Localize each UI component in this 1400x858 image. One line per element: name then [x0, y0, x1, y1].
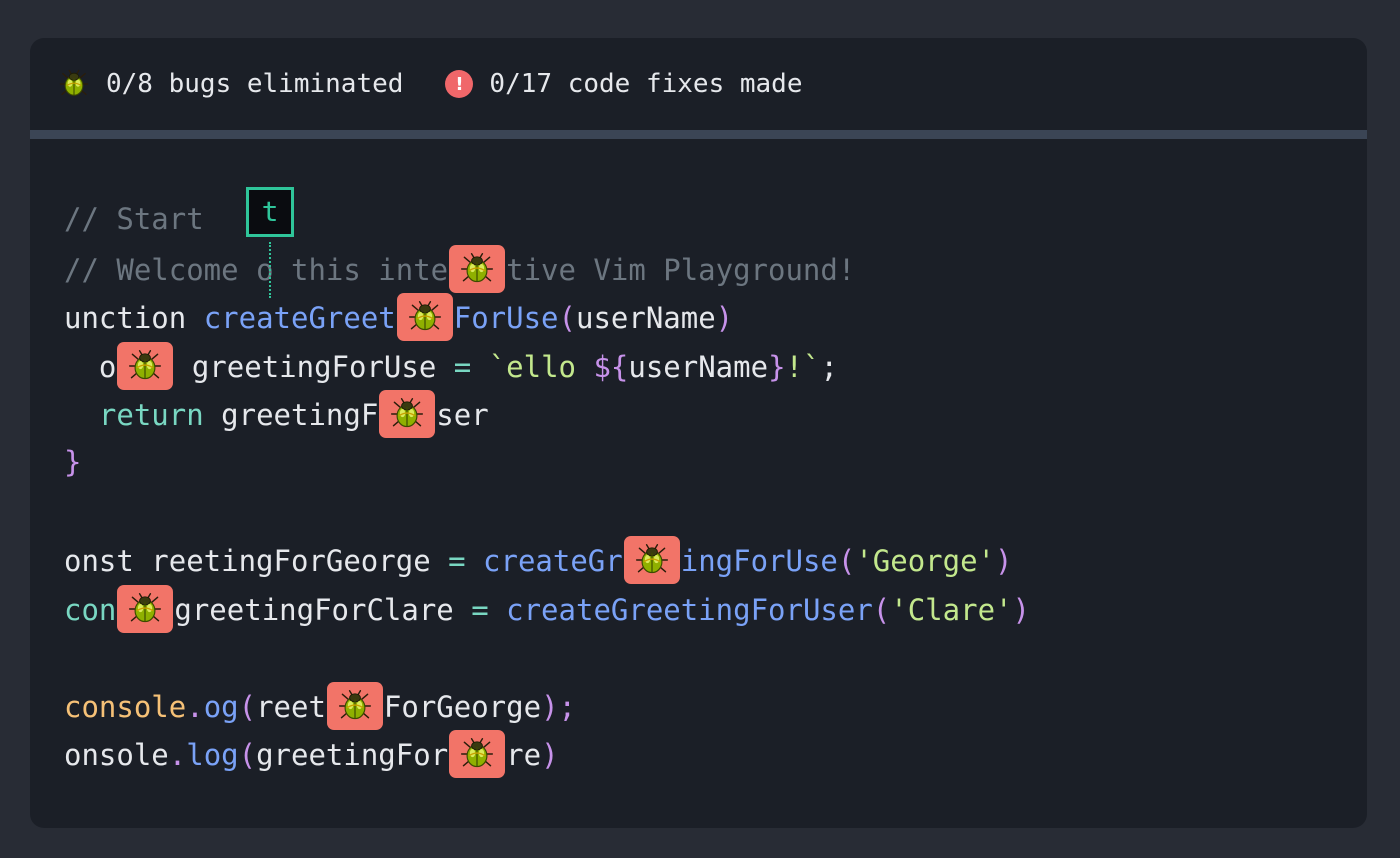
code-line-8: con greetingForClare = createGreetingForU…: [64, 585, 1030, 633]
code-token: createGreetingForUser: [506, 593, 873, 627]
bug-marker[interactable]: [117, 585, 174, 633]
fixes-counter: ! 0/17 code fixes made: [445, 69, 803, 99]
code-token: (: [238, 690, 257, 724]
code-token: // Welcome: [64, 253, 257, 287]
code-token: unction: [64, 301, 204, 335]
code-token: .: [168, 738, 187, 772]
code-token: greetingF: [203, 398, 379, 432]
code-token: return: [64, 398, 204, 432]
code-line-3: unction createGreet ForUse(userName): [64, 293, 734, 341]
code-token: }: [64, 445, 82, 479]
code-line-5: return greetingF ser: [64, 390, 489, 438]
bug-marker[interactable]: [623, 536, 680, 584]
code-token: );: [541, 690, 576, 724]
code-token: ingForUse: [680, 544, 838, 578]
code-token: greetingForUse: [174, 350, 454, 384]
code-token: 'Clare': [890, 593, 1013, 627]
code-token: (: [238, 738, 257, 772]
status-divider: [30, 130, 1367, 139]
code-token: .: [186, 690, 204, 724]
beetle-icon: [58, 68, 90, 100]
code-token: =: [471, 593, 489, 627]
code-token: (: [558, 301, 576, 335]
code-line-2: // Welcome o this inte tive Vim Playgroun…: [64, 245, 856, 293]
bug-marker[interactable]: [326, 682, 383, 730]
code-token: ): [995, 544, 1013, 578]
vim-cursor: t: [246, 187, 294, 237]
code-token: ser: [436, 398, 489, 432]
code-token: ): [541, 738, 559, 772]
code-token: ): [715, 301, 734, 335]
code-token: ): [1012, 593, 1030, 627]
code-token: 'George': [855, 544, 996, 578]
code-token: og: [203, 690, 239, 724]
bugs-counter: 0/8 bugs eliminated: [58, 68, 403, 100]
code-line-9: console.og(reet ForGeorge);: [64, 682, 576, 730]
code-token: ${: [593, 350, 629, 384]
code-token: o: [64, 350, 117, 384]
cursor-guide: [269, 242, 271, 298]
code-token: console: [64, 690, 187, 724]
status-bar: 0/8 bugs eliminated ! 0/17 code fixes ma…: [30, 38, 1367, 130]
code-line-1: // Start: [64, 199, 204, 239]
code-token: }: [768, 350, 786, 384]
code-token: re: [506, 738, 542, 772]
code-token: ForGeorge: [383, 690, 542, 724]
beetle-icon: [389, 396, 425, 432]
code-token: (: [837, 544, 856, 578]
bug-marker[interactable]: [396, 293, 453, 341]
code-token: =: [448, 544, 466, 578]
playground-panel: 0/8 bugs eliminated ! 0/17 code fixes ma…: [30, 38, 1367, 828]
beetle-icon: [634, 542, 670, 578]
code-token: !`: [785, 350, 821, 384]
beetle-icon: [127, 591, 163, 627]
code-line-7: onst reetingForGeorge = createGr ingForUs…: [64, 536, 1013, 584]
beetle-icon: [459, 251, 495, 287]
beetle-icon: [459, 736, 495, 772]
code-token: =: [453, 350, 472, 384]
bug-marker[interactable]: [379, 390, 436, 438]
code-token: userName: [628, 350, 769, 384]
code-token: userName: [575, 301, 716, 335]
code-token: greetingFor: [256, 738, 449, 772]
code-token: greetingForClare: [174, 593, 472, 627]
code-token: `ello: [488, 350, 594, 384]
code-token: onst reetingForGeorge: [64, 544, 449, 578]
exclamation-icon: !: [445, 70, 474, 98]
code-line-6: }: [64, 442, 81, 482]
beetle-icon: [337, 688, 373, 724]
bug-marker[interactable]: [449, 245, 506, 293]
code-token: createGreet: [203, 301, 396, 335]
code-token: onsole: [64, 738, 169, 772]
bugs-counter-text: 0/8 bugs eliminated: [106, 69, 404, 99]
code-token: (: [872, 593, 891, 627]
code-token: tive Vim Playground!: [506, 253, 856, 287]
code-line-4: o greetingForUse = `ello ${userName}!`;: [64, 342, 838, 390]
code-token: createGr: [483, 544, 623, 578]
bug-marker[interactable]: [117, 342, 174, 390]
code-token: o this inte: [256, 253, 449, 287]
code-token: log: [186, 738, 239, 772]
beetle-icon: [127, 348, 163, 384]
fixes-counter-text: 0/17 code fixes made: [489, 69, 803, 99]
code-token: con: [64, 593, 117, 627]
bug-marker[interactable]: [449, 730, 506, 778]
beetle-icon: [407, 299, 443, 335]
code-token: ;: [820, 350, 838, 384]
code-token: ForUse: [453, 301, 559, 335]
code-editor[interactable]: // Start // Welcome o this inte tive Vim …: [30, 139, 1367, 828]
code-line-10: onsole.log(greetingFor re): [64, 730, 559, 778]
code-token: reet: [256, 690, 326, 724]
code-token: // Start: [64, 202, 204, 236]
